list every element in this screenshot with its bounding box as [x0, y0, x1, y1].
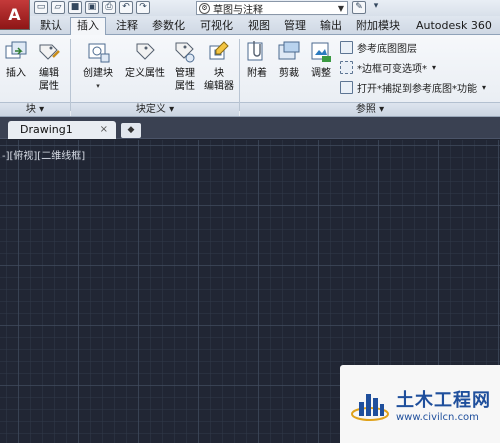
tab-visualize[interactable]: 可视化 — [200, 18, 233, 35]
chevron-down-icon: ▾ — [96, 82, 100, 90]
watermark-title: 土木工程网 — [396, 389, 491, 411]
chevron-down-icon: ▾ — [432, 63, 437, 72]
clip-label: 剪裁 — [279, 68, 299, 79]
edit-attribute-button[interactable]: 编辑 属性 — [34, 39, 64, 93]
share-icon[interactable]: ✎ — [352, 1, 366, 14]
attach-label: 附着 — [247, 68, 267, 79]
tab-addins[interactable]: 附加模块 — [356, 18, 400, 35]
panel-divider — [239, 39, 240, 111]
insert-block-button[interactable]: 插入 — [2, 39, 30, 80]
define-attribute-icon — [132, 39, 158, 65]
redo-icon[interactable]: ↷ — [136, 1, 150, 14]
underlay-layers-button[interactable]: 参考底图图层 — [340, 40, 417, 55]
tab-autodesk-360[interactable]: Autodesk 360 — [416, 18, 492, 35]
application-menu-button[interactable]: A — [0, 0, 30, 30]
adjust-button[interactable]: 调整 — [307, 39, 335, 80]
snap-to-underlay-label: 打开*捕捉到参考底图*功能 — [357, 84, 477, 95]
autocad-logo-icon: A — [8, 5, 21, 24]
insert-label: 插入 — [6, 68, 26, 79]
attributes-label: 属性 — [175, 81, 195, 92]
clip-icon — [276, 39, 302, 65]
block-editor-button[interactable]: 块 编辑器 — [202, 39, 236, 93]
manage-attributes-button[interactable]: 管理 属性 — [172, 39, 198, 93]
block-label: 块 — [214, 68, 224, 79]
open-icon[interactable]: ▱ — [51, 1, 65, 14]
create-block-label: 创建块 — [83, 68, 113, 79]
reference-panel-footer[interactable]: 参照 ▾ — [240, 102, 500, 116]
drawing-tab-label: Drawing1 — [20, 123, 73, 136]
attach-button[interactable]: 附着 — [243, 39, 271, 80]
tab-view[interactable]: 视图 — [248, 18, 270, 35]
tab-parametric[interactable]: 参数化 — [152, 18, 185, 35]
create-block-button[interactable]: 创建块 ▾ — [80, 39, 116, 93]
workspace-selector[interactable]: ⚙ 草图与注释 ▼ — [196, 1, 348, 16]
viewport-controls[interactable]: -][俯视][二维线框] — [2, 147, 85, 162]
block-definition-panel-footer[interactable]: 块定义 ▾ — [71, 102, 239, 116]
underlay-layers-label: 参考底图图层 — [357, 44, 417, 55]
tab-manage[interactable]: 管理 — [284, 18, 306, 35]
ribbon-panel-area: 插入 编辑 属性 块 ▾ 创建块 ▾ 定义属性 管理 属性 块 编辑器 块定义 … — [0, 35, 500, 117]
editor-label: 编辑器 — [204, 81, 234, 92]
adjust-label: 调整 — [311, 68, 331, 79]
edit-attribute-icon — [36, 39, 62, 65]
close-icon[interactable]: × — [100, 121, 108, 139]
layers-icon — [340, 41, 353, 54]
frame-icon — [340, 61, 353, 74]
new-drawing-tab-button[interactable]: ◆ — [121, 123, 141, 138]
ribbon-tabs: 默认 插入 注释 参数化 可视化 视图 管理 输出 附加模块 Autodesk … — [0, 16, 500, 36]
drawing-tab-bar: Drawing1 × ◆ — [0, 117, 500, 139]
print-icon[interactable]: ⎙ — [102, 1, 116, 14]
gear-icon: ⚙ — [199, 2, 210, 14]
save-icon[interactable]: ■ — [68, 1, 82, 14]
chevron-down-icon: ▼ — [337, 3, 345, 13]
tab-annotate[interactable]: 注释 — [116, 18, 138, 35]
dropdown-icon[interactable]: ▾ — [369, 1, 383, 14]
manage-attributes-icon — [172, 39, 198, 65]
tab-output[interactable]: 输出 — [320, 18, 342, 35]
attach-icon — [244, 39, 270, 65]
snap-icon — [340, 81, 353, 94]
define-attribute-button[interactable]: 定义属性 — [122, 39, 168, 80]
manage-label: 管理 — [175, 68, 195, 79]
block-editor-icon — [206, 39, 232, 65]
drawing-tab[interactable]: Drawing1 × — [8, 121, 116, 139]
frame-variable-label: *边框可变选项* — [357, 64, 427, 75]
workspace-label: 草图与注释 — [213, 4, 263, 16]
new-icon[interactable]: ▭ — [34, 1, 48, 14]
block-panel-footer[interactable]: 块 ▾ — [0, 102, 70, 116]
panel-divider — [70, 39, 71, 111]
attribute-label: 属性 — [39, 81, 59, 92]
frame-variable-dropdown[interactable]: *边框可变选项* ▾ — [340, 60, 436, 75]
undo-icon[interactable]: ↶ — [119, 1, 133, 14]
create-block-icon — [85, 39, 111, 65]
civilcn-logo-icon — [350, 384, 390, 424]
watermark-url: www.civilcn.com — [396, 411, 479, 423]
define-attribute-label: 定义属性 — [125, 68, 165, 79]
watermark: 土木工程网 www.civilcn.com — [340, 365, 500, 443]
clip-button[interactable]: 剪裁 — [275, 39, 303, 80]
save-as-icon[interactable]: ▣ — [85, 1, 99, 14]
tab-insert[interactable]: 插入 — [70, 17, 106, 36]
edit-label: 编辑 — [39, 68, 59, 79]
chevron-down-icon: ▾ — [482, 83, 487, 92]
quick-access-toolbar: A ▭ ▱ ■ ▣ ⎙ ↶ ↷ ⚙ 草图与注释 ▼ ✎ ▾ — [0, 0, 500, 30]
tab-default[interactable]: 默认 — [40, 18, 62, 35]
snap-to-underlay-dropdown[interactable]: 打开*捕捉到参考底图*功能 ▾ — [340, 80, 486, 95]
adjust-icon — [308, 39, 334, 65]
insert-block-icon — [3, 39, 29, 65]
